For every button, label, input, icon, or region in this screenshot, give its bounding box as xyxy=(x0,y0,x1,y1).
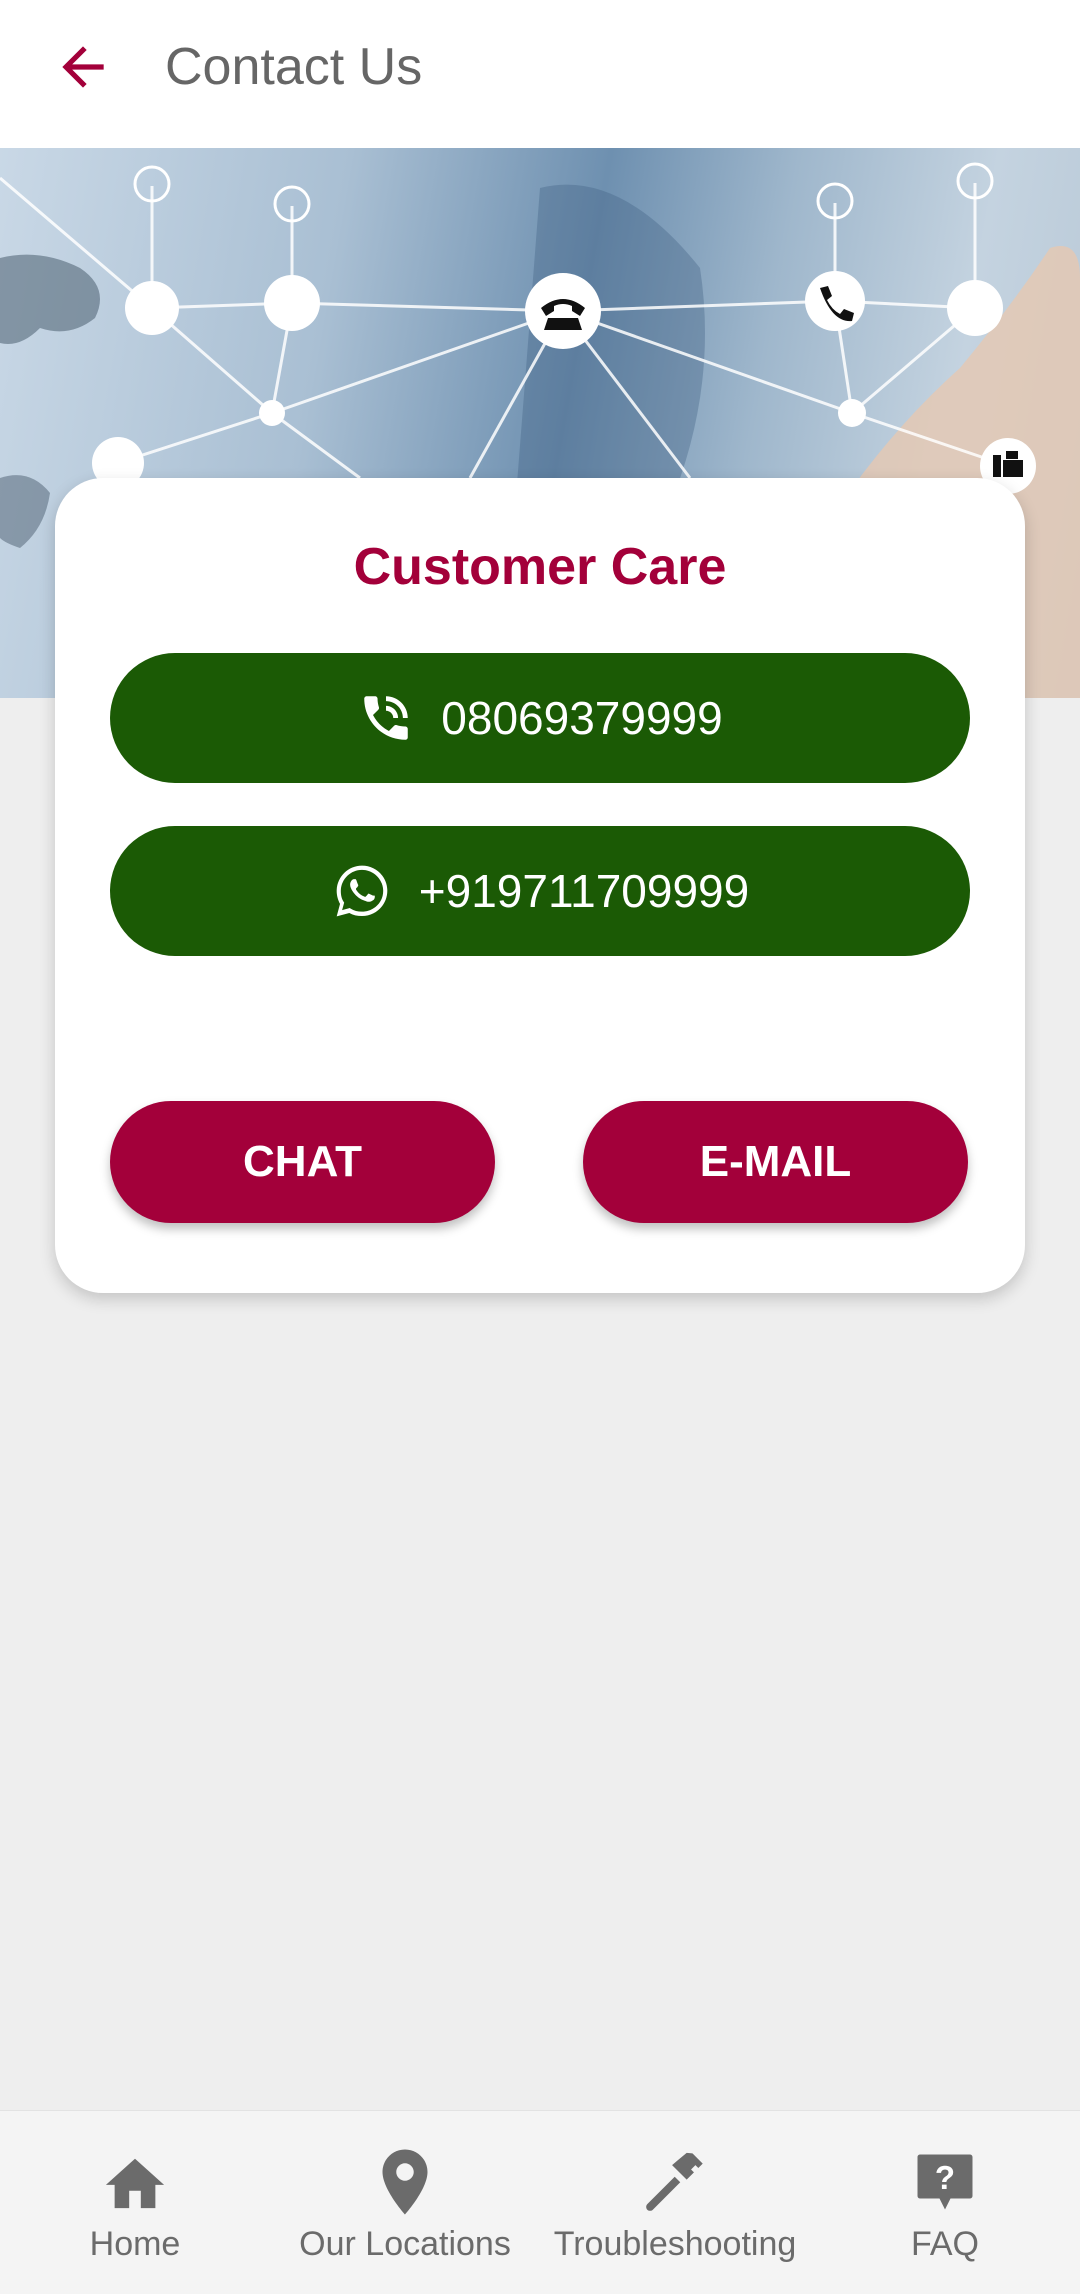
back-button[interactable] xyxy=(46,30,120,104)
hammer-icon xyxy=(646,2152,703,2211)
whatsapp-number-label: +919711709999 xyxy=(418,865,750,917)
nav-item-our-locations[interactable]: Our Locations xyxy=(290,2111,520,2294)
phone-call-button[interactable]: 08069379999 xyxy=(110,653,970,783)
chat-button[interactable]: CHAT xyxy=(110,1101,495,1223)
bottom-navigation: Home Our Locations Troubleshooting ? FAQ xyxy=(0,2110,1080,2294)
whatsapp-icon xyxy=(336,865,388,917)
svg-text:?: ? xyxy=(935,2159,955,2196)
phone-number-label: 08069379999 xyxy=(441,692,723,744)
whatsapp-button[interactable]: +919711709999 xyxy=(110,826,970,956)
home-icon xyxy=(105,2158,165,2209)
question-chat-icon: ? xyxy=(917,2154,973,2210)
arrow-left-icon xyxy=(62,46,104,88)
nav-label-troubleshooting: Troubleshooting xyxy=(553,2225,797,2263)
app-bar: Contact Us xyxy=(0,0,1080,148)
email-button[interactable]: E-MAIL xyxy=(583,1101,968,1223)
nav-item-home[interactable]: Home xyxy=(55,2111,215,2294)
location-pin-icon xyxy=(382,2149,428,2215)
nav-label-faq: FAQ xyxy=(910,2225,980,2263)
card-title: Customer Care xyxy=(353,538,727,596)
nav-item-troubleshooting[interactable]: Troubleshooting xyxy=(545,2111,805,2294)
page-title: Contact Us xyxy=(165,38,423,96)
customer-care-card: Customer Care 08069379999 +919711709999 … xyxy=(55,478,1025,1293)
nav-label-home: Home xyxy=(89,2225,181,2263)
nav-label-our-locations: Our Locations xyxy=(299,2225,511,2263)
phone-call-icon xyxy=(364,696,409,740)
nav-item-faq[interactable]: ? FAQ xyxy=(870,2111,1020,2294)
